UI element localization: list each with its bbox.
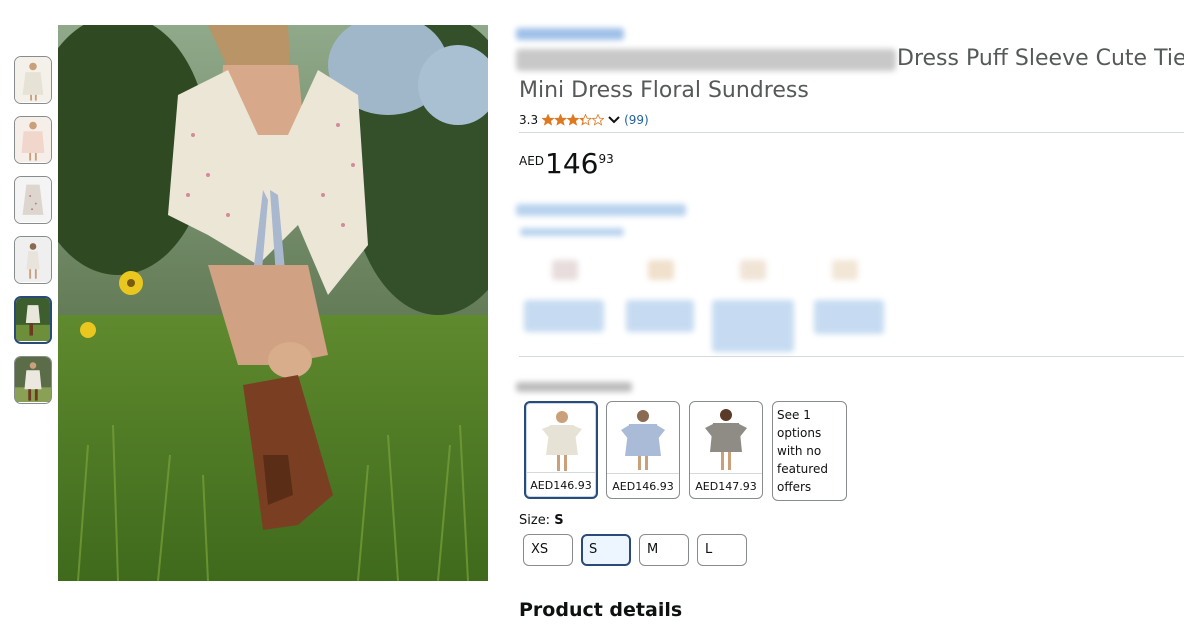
feature-label-1[interactable] [524,300,604,332]
size-option-s[interactable]: S [581,534,631,566]
style-option-3[interactable]: AED147.93 [689,401,763,499]
main-product-image[interactable] [58,25,488,581]
thumbnail-6[interactable] [14,356,52,404]
divider-2 [519,356,1184,357]
product-details-heading: Product details [519,599,683,621]
product-photo [58,25,488,581]
price: AED 146 93 [519,148,614,180]
rating-value: 3.3 [519,113,539,127]
style-option-price: AED146.93 [526,472,596,497]
price-fraction: 93 [598,152,614,166]
star-rating-icon [542,114,605,126]
style-option-price: AED147.93 [690,473,762,498]
style-option-image [615,406,671,472]
style-option-1[interactable]: AED146.93 [524,401,598,499]
title-redacted [516,49,896,71]
style-option-price: AED146.93 [607,473,679,498]
feature-label-3[interactable] [712,300,794,352]
feature-icon-1 [552,260,578,280]
thumbnail-5[interactable] [14,296,52,344]
thumbnail-4[interactable] [14,236,52,284]
more-options-card[interactable]: See 1 options with no featured offers [772,401,847,501]
product-title-line2: Mini Dress Floral Sundress [519,78,809,103]
thumbnail-1[interactable] [14,56,52,104]
redacted-promo [516,204,686,216]
feature-icon-4 [832,260,858,280]
divider-1 [519,132,1184,133]
thumbnail-2[interactable] [14,116,52,164]
feature-icon-3 [740,260,766,280]
size-label-row: Size: S [519,513,564,528]
rating-row[interactable]: 3.3 (99) [519,113,649,127]
chevron-down-icon[interactable] [608,115,620,125]
size-option-m[interactable]: M [639,534,689,566]
style-option-2[interactable]: AED146.93 [606,401,680,499]
price-currency: AED [519,154,545,168]
style-option-image [698,406,754,472]
price-whole: 146 [545,147,599,180]
product-title-line1: Dress Puff Sleeve Cute Tie [897,46,1184,71]
size-label: Size: [519,513,551,528]
brand-link[interactable] [516,28,624,40]
feature-icon-2 [648,260,674,280]
size-selected-value: S [554,513,564,528]
redacted-promo-link[interactable] [520,228,624,236]
size-option-l[interactable]: L [697,534,747,566]
feature-label-2[interactable] [626,300,694,332]
rating-count-link[interactable]: (99) [624,113,649,127]
size-option-xs[interactable]: XS [523,534,573,566]
style-label [516,382,632,392]
feature-label-4[interactable] [814,300,884,334]
style-option-image [534,407,590,473]
thumbnail-3[interactable] [14,176,52,224]
